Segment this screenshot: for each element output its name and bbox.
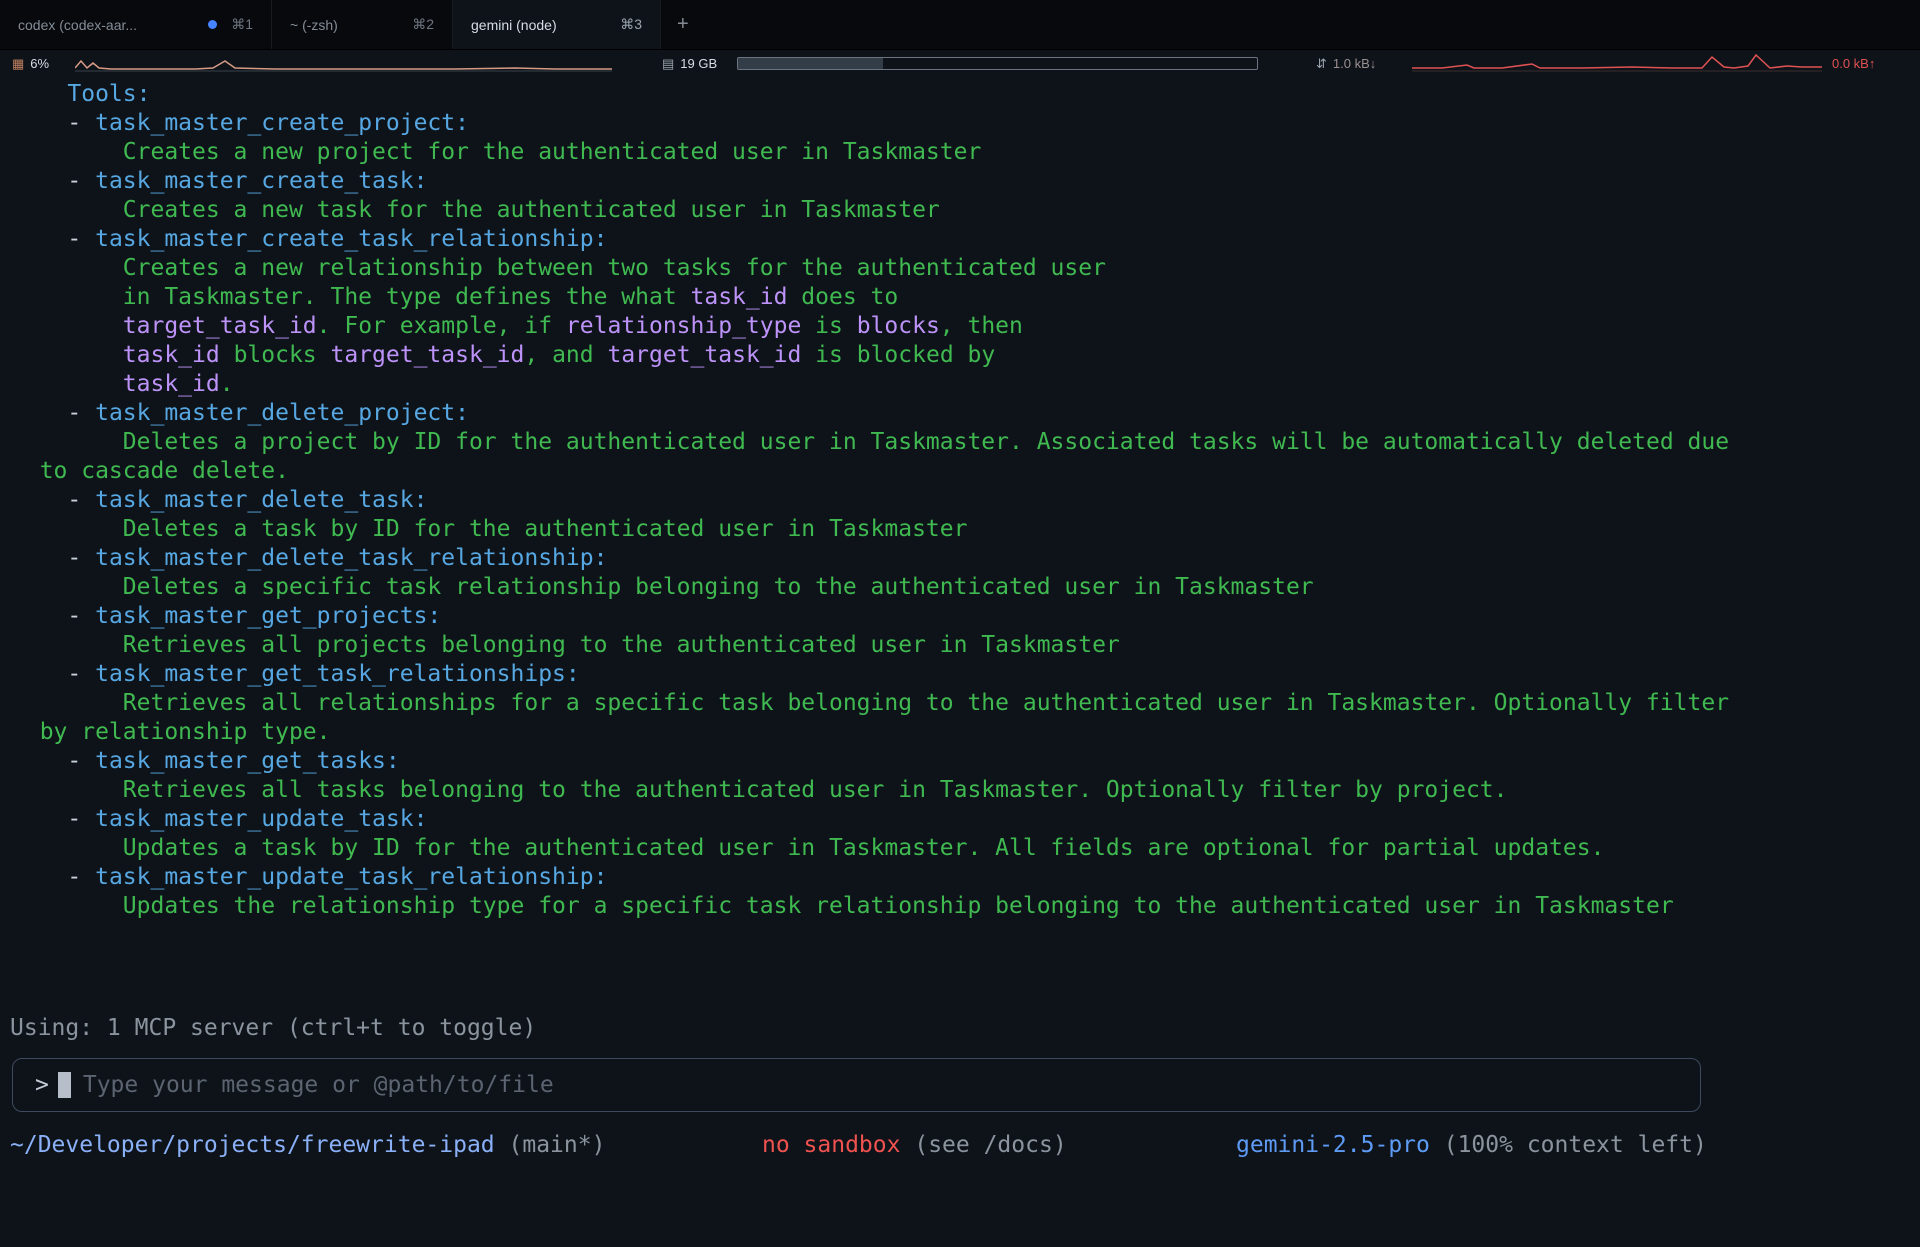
input-placeholder: Type your message or @path/to/file	[83, 1072, 554, 1098]
network-upload: 0.0 kB↑	[1832, 56, 1875, 71]
message-input[interactable]: > Type your message or @path/to/file	[12, 1058, 1701, 1112]
cpu-status: ▦ 6%	[12, 50, 49, 76]
terminal-line: Creates a new task for the authenticated…	[12, 196, 1920, 225]
terminal-line: - task_master_update_task:	[12, 805, 1920, 834]
terminal-line: - task_master_get_tasks:	[12, 747, 1920, 776]
memory-icon: ▤	[662, 57, 674, 70]
network-download: 1.0 kB↓	[1333, 56, 1376, 71]
working-directory: ~/Developer/projects/freewrite-ipad	[10, 1132, 495, 1158]
tab-bar: codex (codex-aar... ⌘1 ~ (-zsh) ⌘2 gemin…	[0, 0, 1920, 50]
terminal-line: - task_master_delete_task_relationship:	[12, 544, 1920, 573]
terminal-line: Retrieves all projects belonging to the …	[12, 631, 1920, 660]
terminal-line: target_task_id. For example, if relation…	[12, 312, 1920, 341]
tab-gemini-shortcut: ⌘3	[620, 16, 642, 33]
terminal-line: to cascade delete.	[12, 457, 1920, 486]
activity-dot-icon	[208, 20, 217, 29]
model-group: gemini-2.5-pro (100% context left)	[1236, 1131, 1707, 1160]
model-name: gemini-2.5-pro	[1236, 1132, 1430, 1158]
terminal-line: - task_master_create_task:	[12, 167, 1920, 196]
tab-codex-label: codex (codex-aar...	[18, 17, 198, 33]
mcp-status: Using: 1 MCP server (ctrl+t to toggle)	[10, 1014, 536, 1043]
terminal-line: Deletes a project by ID for the authenti…	[12, 428, 1920, 457]
working-directory-group: ~/Developer/projects/freewrite-ipad (mai…	[10, 1131, 605, 1160]
terminal-line: by relationship type.	[12, 718, 1920, 747]
tab-gemini-label: gemini (node)	[471, 17, 606, 33]
terminal-line: - task_master_update_task_relationship:	[12, 863, 1920, 892]
tab-zsh[interactable]: ~ (-zsh) ⌘2	[272, 0, 453, 49]
terminal-line: Retrieves all relationships for a specif…	[12, 689, 1920, 718]
network-sparkline	[1412, 50, 1822, 76]
prompt-symbol: >	[35, 1072, 49, 1098]
terminal-line: - task_master_delete_project:	[12, 399, 1920, 428]
new-tab-button[interactable]: +	[661, 0, 705, 49]
tab-codex[interactable]: codex (codex-aar... ⌘1	[0, 0, 272, 49]
status-bar: ▦ 6% ▤ 19 GB ⇵ 1.0 kB↓ 0.0 kB↑	[0, 50, 1920, 76]
footer: ~/Developer/projects/freewrite-ipad (mai…	[0, 1131, 1920, 1160]
tab-zsh-shortcut: ⌘2	[412, 16, 434, 33]
network-status-down: ⇵ 1.0 kB↓	[1316, 50, 1376, 76]
text-cursor-icon	[58, 1072, 71, 1098]
memory-bar	[737, 50, 1258, 76]
sandbox-group: no sandbox (see /docs)	[762, 1131, 1067, 1160]
terminal-line: task_id.	[12, 370, 1920, 399]
cpu-sparkline	[75, 50, 612, 76]
memory-status: ▤ 19 GB	[662, 50, 717, 76]
terminal-line: Creates a new project for the authentica…	[12, 138, 1920, 167]
git-branch: (main*)	[509, 1132, 606, 1158]
terminal-line: - task_master_get_projects:	[12, 602, 1920, 631]
network-status-up: 0.0 kB↑	[1832, 50, 1875, 76]
terminal-line: Deletes a specific task relationship bel…	[12, 573, 1920, 602]
tab-zsh-label: ~ (-zsh)	[290, 17, 398, 33]
tab-gemini[interactable]: gemini (node) ⌘3	[453, 0, 661, 49]
terminal-line: - task_master_create_task_relationship:	[12, 225, 1920, 254]
terminal-line: - task_master_get_task_relationships:	[12, 660, 1920, 689]
terminal-line: - task_master_delete_task:	[12, 486, 1920, 515]
terminal-line: Retrieves all tasks belonging to the aut…	[12, 776, 1920, 805]
terminal-line: Updates a task by ID for the authenticat…	[12, 834, 1920, 863]
terminal-line: - task_master_create_project:	[12, 109, 1920, 138]
terminal-line: Tools:	[12, 80, 1920, 109]
terminal-line: task_id blocks target_task_id, and targe…	[12, 341, 1920, 370]
cpu-usage: 6%	[30, 56, 49, 71]
terminal-line: Deletes a task by ID for the authenticat…	[12, 515, 1920, 544]
terminal-line: Creates a new relationship between two t…	[12, 254, 1920, 283]
terminal-line: Updates the relationship type for a spec…	[12, 892, 1920, 921]
sandbox-hint: (see /docs)	[914, 1132, 1066, 1158]
tab-codex-shortcut: ⌘1	[231, 16, 253, 33]
context-remaining: (100% context left)	[1444, 1132, 1707, 1158]
terminal-output: Tools: - task_master_create_project: Cre…	[12, 80, 1920, 921]
terminal-line: in Taskmaster. The type defines the what…	[12, 283, 1920, 312]
network-icon: ⇵	[1316, 57, 1327, 70]
cpu-icon: ▦	[12, 57, 24, 70]
sandbox-status: no sandbox	[762, 1132, 900, 1158]
memory-usage: 19 GB	[680, 56, 717, 71]
